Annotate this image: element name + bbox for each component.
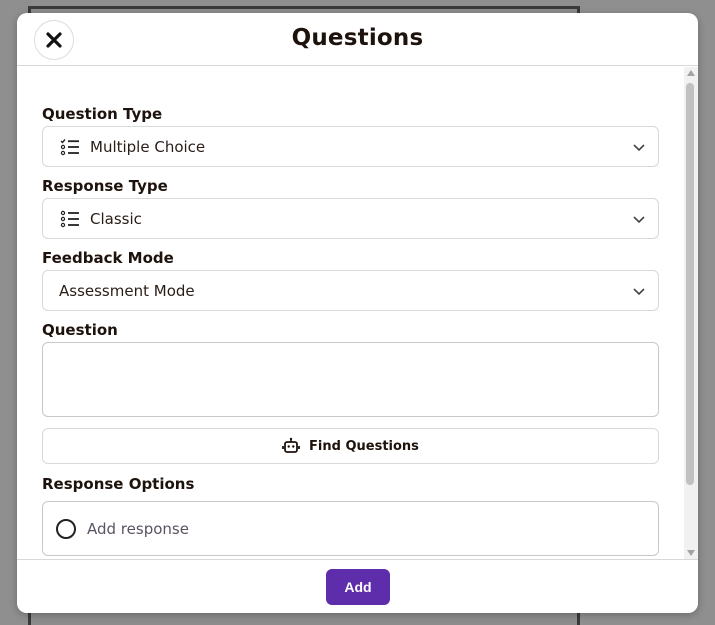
modal-footer: Add <box>17 559 698 613</box>
scroll-down-arrow-icon[interactable] <box>687 550 695 556</box>
modal-header: Questions <box>17 13 698 66</box>
scrollbar[interactable] <box>684 67 698 559</box>
add-response-placeholder: Add response <box>87 519 189 538</box>
checklist-icon <box>60 137 80 157</box>
question-type-select[interactable]: Multiple Choice <box>42 126 659 167</box>
list-icon <box>60 209 80 229</box>
feedback-mode-label: Feedback Mode <box>42 249 174 267</box>
robot-icon <box>282 437 300 453</box>
modal-title: Questions <box>291 25 424 51</box>
response-type-value: Classic <box>90 209 142 228</box>
question-type-value: Multiple Choice <box>90 137 206 156</box>
chevron-down-icon <box>633 144 645 152</box>
questions-modal: Questions Question Type Multiple Choice <box>17 13 698 613</box>
question-label: Question <box>42 321 118 339</box>
modal-body: Question Type Multiple Choice Response T… <box>17 67 698 559</box>
find-questions-button[interactable]: Find Questions <box>42 428 659 464</box>
response-type-select[interactable]: Classic <box>42 198 659 239</box>
response-options-label: Response Options <box>42 475 195 493</box>
add-response-option[interactable]: Add response <box>42 501 659 556</box>
scroll-up-arrow-icon[interactable] <box>687 70 695 76</box>
radio-icon <box>56 518 76 539</box>
add-button[interactable]: Add <box>326 569 390 605</box>
feedback-mode-select[interactable]: Assessment Mode <box>42 270 659 311</box>
chevron-down-icon <box>633 288 645 296</box>
scrollbar-thumb[interactable] <box>686 83 694 485</box>
response-type-label: Response Type <box>42 177 168 195</box>
find-questions-label: Find Questions <box>309 438 419 454</box>
feedback-mode-value: Assessment Mode <box>59 281 195 300</box>
chevron-down-icon <box>633 216 645 224</box>
question-type-label: Question Type <box>42 105 163 123</box>
question-textarea[interactable] <box>42 342 659 417</box>
